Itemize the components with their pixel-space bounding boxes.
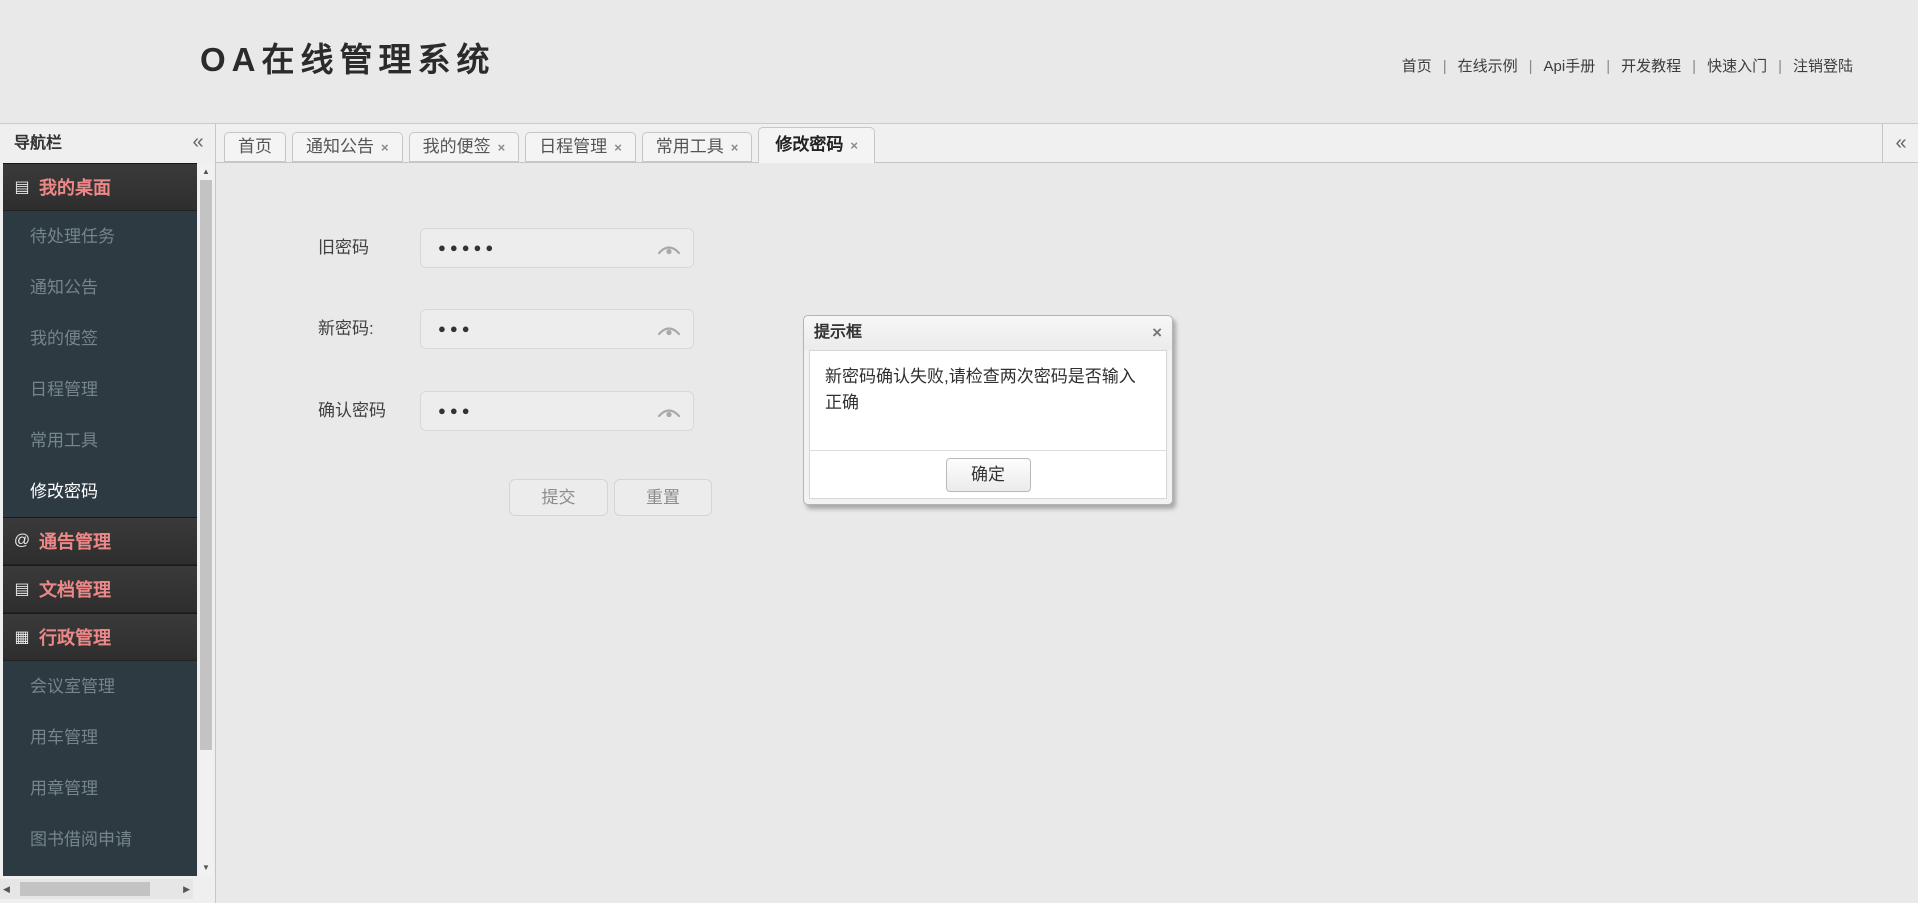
old-password-label: 旧密码 (318, 238, 369, 257)
sidebar-item-meeting-room-mgmt[interactable]: 会议室管理 (3, 661, 197, 712)
tab-close-icon[interactable]: × (850, 138, 858, 153)
new-password-label: 新密码: (318, 319, 374, 338)
nav-separator: | (1528, 58, 1533, 75)
sidebar-item-book-borrow-request[interactable]: 图书借阅申请 (3, 814, 197, 865)
tab-close-icon[interactable]: × (498, 140, 506, 155)
sidebar-group-admin-mgmt[interactable]: ▦ 行政管理 (3, 613, 197, 661)
sidebar-group-document-mgmt[interactable]: ▤ 文档管理 (3, 565, 197, 613)
tab-common-tools[interactable]: 常用工具 × (641, 132, 753, 162)
sidebar-header: 导航栏 « (0, 124, 215, 163)
old-password-row: 旧密码 ●●●●● (216, 228, 716, 268)
old-password-field[interactable]: ●●●●● (420, 228, 694, 268)
vertical-scrollbar-thumb[interactable] (200, 180, 212, 750)
tab-schedule[interactable]: 日程管理 × (525, 132, 636, 162)
tab-close-icon[interactable]: × (614, 140, 622, 155)
confirm-password-row: 确认密码 ●●● (216, 391, 716, 431)
tab-bar: 首页 通知公告 × 我的便签 × 日程管理 × 常用工具 × 修改密码 × « (216, 124, 1918, 163)
scroll-right-icon[interactable]: ▶ (183, 879, 190, 899)
tab-notices[interactable]: 通知公告 × (292, 132, 403, 162)
sidebar-horizontal-scrollbar[interactable]: ◀ ▶ (0, 879, 193, 899)
sidebar-menu: ▤ 我的桌面 待处理任务 通知公告 我的便签 日程管理 常用工具 修改密码 @ … (3, 163, 197, 876)
notebook-icon: ▤ (14, 581, 30, 598)
tab-change-password[interactable]: 修改密码 × (758, 127, 875, 163)
sidebar-item-vehicle-mgmt[interactable]: 用车管理 (3, 712, 197, 763)
app-logo: OA在线管理系统 (200, 41, 496, 78)
nav-separator: | (1442, 58, 1447, 75)
sidebar-item-notices[interactable]: 通知公告 (3, 262, 197, 313)
nav-separator: | (1606, 58, 1611, 75)
sidebar: 导航栏 « ▤ 我的桌面 待处理任务 通知公告 我的便签 日程管理 常用工具 修… (0, 124, 215, 903)
tab-close-icon[interactable]: × (381, 140, 389, 155)
nav-separator: | (1692, 58, 1697, 75)
change-password-panel: 旧密码 ●●●●● 新密码: ●●● 确认密码 ●●● 提交 重置 (216, 163, 1918, 903)
dialog-message: 新密码确认失败,请检查两次密码是否输入正确 (825, 367, 1136, 412)
sidebar-item-pending-tasks[interactable]: 待处理任务 (3, 211, 197, 262)
sidebar-collapse-icon[interactable]: « (187, 124, 209, 161)
sidebar-item-my-notes[interactable]: 我的便签 (3, 313, 197, 364)
sidebar-item-schedule[interactable]: 日程管理 (3, 364, 197, 415)
dialog-title: 提示框 (814, 324, 863, 341)
close-icon[interactable]: × (1152, 316, 1162, 350)
tabs: 首页 通知公告 × 我的便签 × 日程管理 × 常用工具 × 修改密码 × (224, 127, 875, 163)
tab-close-icon[interactable]: × (731, 140, 739, 155)
new-password-field[interactable]: ●●● (420, 309, 694, 349)
content-frame: 导航栏 « ▤ 我的桌面 待处理任务 通知公告 我的便签 日程管理 常用工具 修… (0, 123, 1918, 903)
tab-my-notes[interactable]: 我的便签 × (408, 132, 520, 162)
sidebar-item-seal-mgmt[interactable]: 用章管理 (3, 763, 197, 814)
ok-button[interactable]: 确定 (945, 458, 1031, 492)
nav-link-api-manual[interactable]: Api手册 (1544, 58, 1596, 75)
nav-link-quick-start[interactable]: 快速入门 (1707, 58, 1767, 75)
nav-link-dev-tutorial[interactable]: 开发教程 (1621, 58, 1681, 75)
dialog-footer: 确定 (810, 450, 1166, 498)
reset-button[interactable]: 重置 (614, 479, 712, 516)
at-icon: @ (13, 532, 31, 549)
show-password-icon[interactable] (657, 322, 681, 338)
main-panel: 首页 通知公告× 我的便签× 日程管理× 常用工具× 修改密码× « (215, 124, 1918, 903)
scroll-down-icon[interactable]: ▼ (199, 863, 213, 872)
dialog-titlebar[interactable]: 提示框 × (804, 316, 1172, 350)
notebook-icon: ▤ (14, 179, 30, 196)
tab-home[interactable]: 首页 (224, 132, 286, 162)
confirm-password-label: 确认密码 (318, 401, 386, 420)
sidebar-vertical-scrollbar[interactable]: ▲ ▼ (199, 163, 213, 876)
sidebar-group-announcement-mgmt[interactable]: @ 通告管理 (3, 517, 197, 565)
scroll-left-icon[interactable]: ◀ (3, 879, 10, 899)
top-nav: 首页 | 在线示例 | Api手册 | 开发教程 | 快速入门 | 注销登陆 (1402, 55, 1853, 76)
sidebar-item-change-password[interactable]: 修改密码 (3, 466, 197, 517)
nav-link-logout[interactable]: 注销登陆 (1793, 58, 1853, 75)
nav-link-home[interactable]: 首页 (1402, 58, 1432, 75)
confirm-password-field[interactable]: ●●● (420, 391, 694, 431)
password-masked-value: ●●●●● (438, 240, 498, 255)
tabbar-collapse-icon[interactable]: « (1882, 124, 1918, 162)
sidebar-title: 导航栏 (14, 135, 63, 152)
dialog-body: 新密码确认失败,请检查两次密码是否输入正确 确定 (809, 350, 1167, 499)
nav-link-online-demo[interactable]: 在线示例 (1458, 58, 1518, 75)
show-password-icon[interactable] (657, 241, 681, 257)
top-header: OA在线管理系统 首页 | 在线示例 | Api手册 | 开发教程 | 快速入门 | 注销登陆 (0, 0, 1918, 123)
scroll-up-icon[interactable]: ▲ (199, 167, 213, 176)
sidebar-item-common-tools[interactable]: 常用工具 (3, 415, 197, 466)
horizontal-scrollbar-thumb[interactable] (20, 882, 150, 896)
password-masked-value: ●●● (438, 321, 474, 336)
submit-button[interactable]: 提交 (509, 479, 608, 516)
password-masked-value: ●●● (438, 403, 474, 418)
sidebar-group-my-desktop[interactable]: ▤ 我的桌面 (3, 163, 197, 211)
new-password-row: 新密码: ●●● (216, 309, 716, 349)
nav-separator: | (1778, 58, 1782, 75)
show-password-icon[interactable] (657, 404, 681, 420)
grid-icon: ▦ (14, 629, 30, 646)
alert-dialog: 提示框 × 新密码确认失败,请检查两次密码是否输入正确 确定 (803, 315, 1173, 505)
